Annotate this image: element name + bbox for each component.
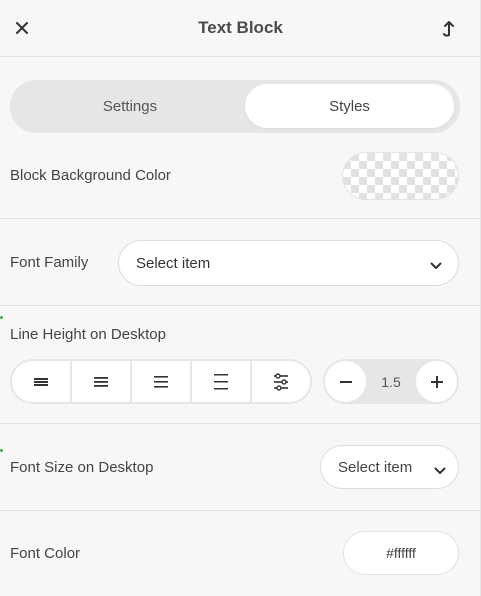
chevron-down-icon bbox=[430, 257, 442, 274]
tab-bar: Settings Styles bbox=[10, 80, 460, 133]
line-height-options bbox=[10, 359, 312, 404]
font-color-label: Font Color bbox=[10, 545, 81, 562]
status-dot bbox=[0, 316, 3, 319]
status-dot bbox=[0, 449, 3, 452]
align-justify-icon[interactable] bbox=[12, 361, 70, 402]
align-left-icon[interactable] bbox=[132, 361, 190, 402]
line-height-stepper: 1.5 bbox=[323, 359, 459, 404]
align-right-icon[interactable] bbox=[192, 361, 250, 402]
font-size-select[interactable]: Select item bbox=[320, 445, 459, 489]
line-height-label: Line Height on Desktop bbox=[10, 326, 166, 343]
pin-icon[interactable] bbox=[439, 17, 459, 39]
divider bbox=[0, 305, 480, 306]
align-justify-icon[interactable] bbox=[72, 361, 130, 402]
chevron-down-icon bbox=[434, 462, 446, 479]
text-block-panel: Text Block Settings Styles Block Backgro… bbox=[0, 0, 481, 596]
tab-settings[interactable]: Settings bbox=[14, 84, 246, 128]
tab-styles[interactable]: Styles bbox=[245, 84, 454, 128]
font-family-value: Select item bbox=[136, 254, 211, 272]
sliders-icon[interactable] bbox=[252, 361, 310, 402]
line-height-value[interactable]: 1.5 bbox=[381, 374, 400, 390]
close-icon[interactable] bbox=[12, 18, 32, 38]
font-family-label: Font Family bbox=[10, 254, 89, 271]
font-family-select[interactable]: Select item bbox=[118, 240, 459, 286]
font-size-value: Select item bbox=[338, 458, 413, 476]
minus-icon[interactable] bbox=[325, 361, 366, 402]
divider bbox=[0, 218, 480, 219]
background-color-swatch[interactable] bbox=[342, 152, 459, 200]
plus-icon[interactable] bbox=[416, 361, 457, 402]
block-background-label: Block Background Color bbox=[10, 167, 171, 184]
divider bbox=[0, 423, 480, 424]
panel-header: Text Block bbox=[0, 0, 480, 57]
font-size-label: Font Size on Desktop bbox=[10, 459, 154, 476]
divider bbox=[0, 510, 480, 511]
font-color-input[interactable]: #ffffff bbox=[343, 531, 459, 575]
panel-title: Text Block bbox=[198, 18, 283, 37]
